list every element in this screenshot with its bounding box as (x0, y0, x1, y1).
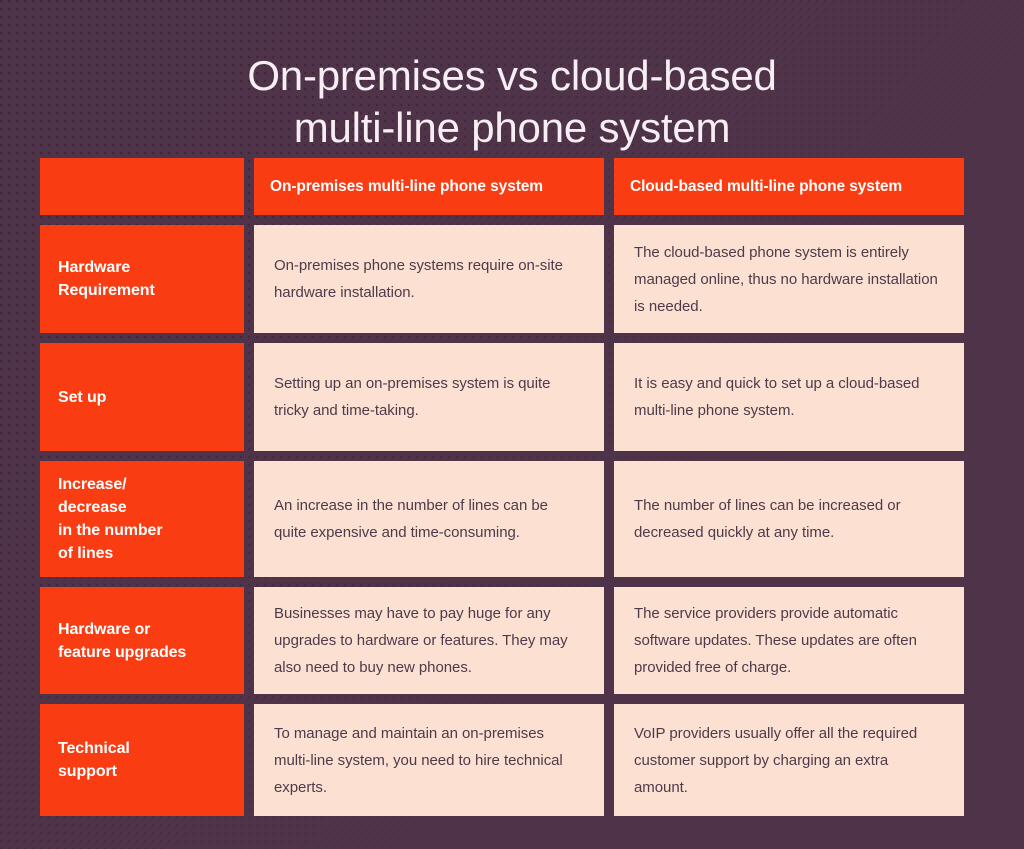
comparison-table: On-premises multi-line phone system Clou… (40, 158, 984, 816)
row-cell-on-premises: To manage and maintain an on-premises mu… (254, 704, 604, 816)
row-label-text: Hardware Requirement (58, 259, 155, 299)
infographic-page: On-premises vs cloud-based multi-line ph… (0, 0, 1024, 849)
table-row: Technical support To manage and maintain… (40, 704, 984, 816)
row-label-text: Technical support (58, 740, 130, 780)
header-on-premises-text: On-premises multi-line phone system (270, 177, 543, 195)
row-on-premises-text: On-premises phone systems require on-sit… (274, 257, 563, 301)
table-header-row: On-premises multi-line phone system Clou… (40, 158, 984, 215)
row-label-cell: Set up (40, 343, 244, 451)
row-cell-cloud-based: The cloud-based phone system is entirely… (614, 225, 964, 333)
row-cell-cloud-based: It is easy and quick to set up a cloud-b… (614, 343, 964, 451)
row-cloud-based-text: The number of lines can be increased or … (634, 497, 901, 541)
header-cloud-based-text: Cloud-based multi-line phone system (630, 177, 903, 195)
row-cloud-based-text: It is easy and quick to set up a cloud-b… (634, 375, 920, 419)
row-label-cell: Technical support (40, 704, 244, 816)
table-row: Hardware Requirement On-premises phone s… (40, 225, 984, 333)
row-cell-cloud-based: The number of lines can be increased or … (614, 461, 964, 577)
row-on-premises-text: Setting up an on-premises system is quit… (274, 375, 551, 419)
row-cell-cloud-based: VoIP providers usually offer all the req… (614, 704, 964, 816)
row-label-cell: Hardware or feature upgrades (40, 587, 244, 694)
row-cloud-based-text: VoIP providers usually offer all the req… (634, 724, 918, 796)
row-cloud-based-text: The service providers provide automatic … (634, 605, 917, 676)
header-cell-on-premises: On-premises multi-line phone system (254, 158, 604, 215)
row-cell-on-premises: An increase in the number of lines can b… (254, 461, 604, 577)
row-on-premises-text: To manage and maintain an on-premises mu… (274, 724, 563, 796)
row-cell-on-premises: Setting up an on-premises system is quit… (254, 343, 604, 451)
table-row: Increase/ decrease in the number of line… (40, 461, 984, 577)
header-cell-label-column (40, 158, 244, 215)
row-cell-on-premises: On-premises phone systems require on-sit… (254, 225, 604, 333)
row-label-text: Hardware or feature upgrades (58, 620, 187, 661)
row-on-premises-text: An increase in the number of lines can b… (274, 497, 548, 541)
row-label-text: Increase/ decrease in the number of line… (58, 476, 163, 562)
table-row: Hardware or feature upgrades Businesses … (40, 587, 984, 694)
row-cell-cloud-based: The service providers provide automatic … (614, 587, 964, 694)
table-row: Set up Setting up an on-premises system … (40, 343, 984, 451)
row-cell-on-premises: Businesses may have to pay huge for any … (254, 587, 604, 694)
row-label-text: Set up (58, 388, 107, 406)
page-title: On-premises vs cloud-based multi-line ph… (247, 52, 777, 152)
header-cell-cloud-based: Cloud-based multi-line phone system (614, 158, 964, 215)
row-on-premises-text: Businesses may have to pay huge for any … (274, 605, 568, 676)
row-cloud-based-text: The cloud-based phone system is entirely… (634, 243, 938, 315)
row-label-cell: Hardware Requirement (40, 225, 244, 333)
row-label-cell: Increase/ decrease in the number of line… (40, 461, 244, 577)
